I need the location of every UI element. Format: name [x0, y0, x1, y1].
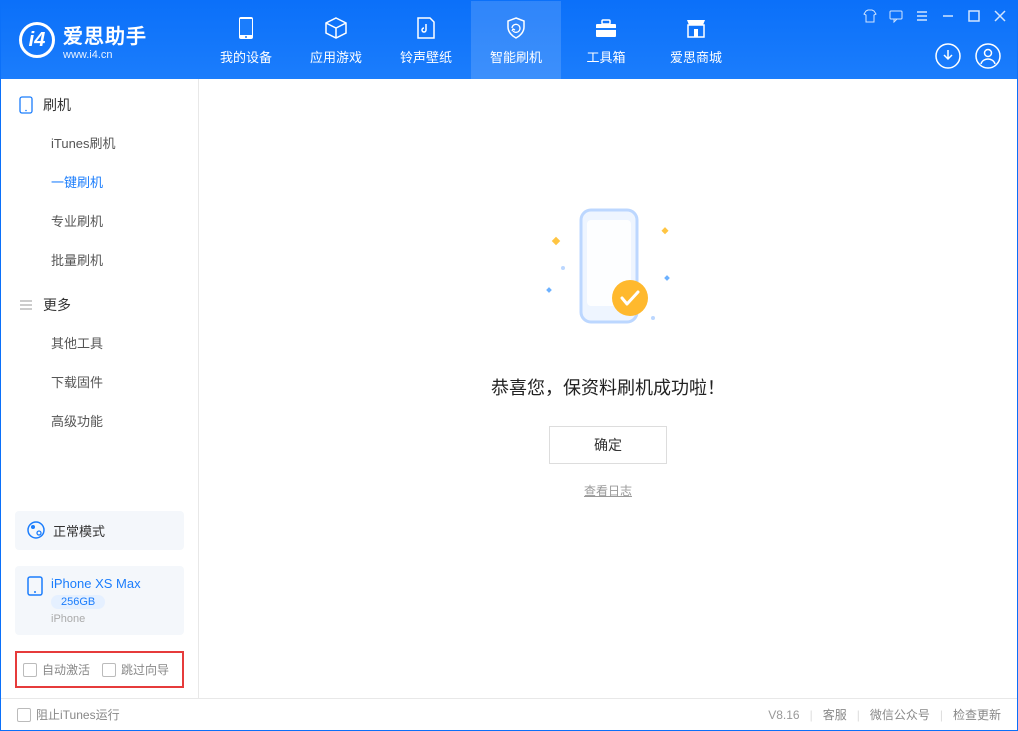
- tab-toolbox[interactable]: 工具箱: [561, 1, 651, 79]
- sidebar-item-advanced[interactable]: 高级功能: [1, 401, 198, 440]
- nav-tabs: 我的设备 应用游戏 铃声壁纸 智能刷机 工具箱 爱思商城: [201, 1, 741, 79]
- main-content: 恭喜您，保资料刷机成功啦！ 确定 查看日志: [199, 79, 1017, 698]
- checkbox-block-itunes[interactable]: 阻止iTunes运行: [17, 706, 120, 723]
- flash-options-highlight: 自动激活 跳过向导: [15, 651, 184, 688]
- sidebar-section-more: 更多: [1, 279, 198, 323]
- cube-icon: [324, 15, 348, 41]
- ok-button[interactable]: 确定: [549, 426, 667, 464]
- logo-icon: i4: [19, 22, 55, 58]
- mode-icon: [27, 521, 45, 539]
- minimize-button[interactable]: [941, 9, 955, 26]
- device-mode-card[interactable]: 正常模式: [15, 511, 184, 550]
- device-name: iPhone XS Max: [51, 576, 141, 591]
- menu-icon[interactable]: [915, 9, 929, 26]
- feedback-icon[interactable]: [889, 9, 903, 26]
- shield-refresh-icon: [504, 15, 528, 41]
- success-illustration: [523, 198, 693, 348]
- success-message: 恭喜您，保资料刷机成功啦！: [491, 374, 725, 400]
- list-icon: [19, 298, 33, 312]
- phone-icon: [27, 576, 43, 596]
- toolbox-icon: [594, 15, 618, 41]
- checkbox-skip-guide[interactable]: 跳过向导: [102, 661, 169, 678]
- tab-my-device[interactable]: 我的设备: [201, 1, 291, 79]
- checkbox-icon: [17, 708, 31, 722]
- mode-label: 正常模式: [53, 521, 105, 540]
- status-bar: 阻止iTunes运行 V8.16 | 客服 | 微信公众号 | 检查更新: [1, 698, 1017, 730]
- sidebar-section-flash: 刷机: [1, 79, 198, 123]
- user-icon[interactable]: [975, 43, 1001, 69]
- sidebar: 刷机 iTunes刷机 一键刷机 专业刷机 批量刷机 更多 其他工具 下载固件 …: [1, 79, 199, 698]
- logo-area: i4 爱思助手 www.i4.cn: [1, 1, 201, 79]
- app-name: 爱思助手: [63, 20, 147, 49]
- maximize-button[interactable]: [967, 9, 981, 26]
- shirt-icon[interactable]: [863, 9, 877, 26]
- app-body: 刷机 iTunes刷机 一键刷机 专业刷机 批量刷机 更多 其他工具 下载固件 …: [1, 79, 1017, 698]
- sidebar-item-batch-flash[interactable]: 批量刷机: [1, 240, 198, 279]
- tab-smart-flash[interactable]: 智能刷机: [471, 1, 561, 79]
- sidebar-item-pro-flash[interactable]: 专业刷机: [1, 201, 198, 240]
- sidebar-item-download-firmware[interactable]: 下载固件: [1, 362, 198, 401]
- logo-text: 爱思助手 www.i4.cn: [63, 20, 147, 61]
- tab-ringtones-wallpapers[interactable]: 铃声壁纸: [381, 1, 471, 79]
- sidebar-item-other-tools[interactable]: 其他工具: [1, 323, 198, 362]
- music-file-icon: [416, 15, 436, 41]
- device-info-card[interactable]: iPhone XS Max 256GB iPhone: [15, 566, 184, 635]
- app-header: i4 爱思助手 www.i4.cn 我的设备 应用游戏 铃声壁纸 智能刷机 工具…: [1, 1, 1017, 79]
- checkbox-auto-activate[interactable]: 自动激活: [23, 661, 90, 678]
- tab-apps-games[interactable]: 应用游戏: [291, 1, 381, 79]
- support-link[interactable]: 客服: [823, 706, 847, 723]
- view-log-link[interactable]: 查看日志: [584, 482, 632, 499]
- sidebar-item-itunes-flash[interactable]: iTunes刷机: [1, 123, 198, 162]
- version-label: V8.16: [768, 708, 799, 722]
- close-button[interactable]: [993, 9, 1007, 26]
- titlebar-controls: [863, 9, 1007, 26]
- checkbox-icon: [102, 663, 116, 677]
- checkbox-icon: [23, 663, 37, 677]
- header-actions: [935, 43, 1001, 69]
- store-icon: [684, 15, 708, 41]
- device-icon: [238, 15, 254, 41]
- wechat-link[interactable]: 微信公众号: [870, 706, 930, 723]
- device-subtype: iPhone: [51, 613, 141, 625]
- phone-outline-icon: [19, 96, 33, 114]
- app-url: www.i4.cn: [63, 49, 147, 61]
- check-update-link[interactable]: 检查更新: [953, 706, 1001, 723]
- storage-pill: 256GB: [51, 595, 105, 609]
- download-icon[interactable]: [935, 43, 961, 69]
- tab-store[interactable]: 爱思商城: [651, 1, 741, 79]
- sidebar-item-oneclick-flash[interactable]: 一键刷机: [1, 162, 198, 201]
